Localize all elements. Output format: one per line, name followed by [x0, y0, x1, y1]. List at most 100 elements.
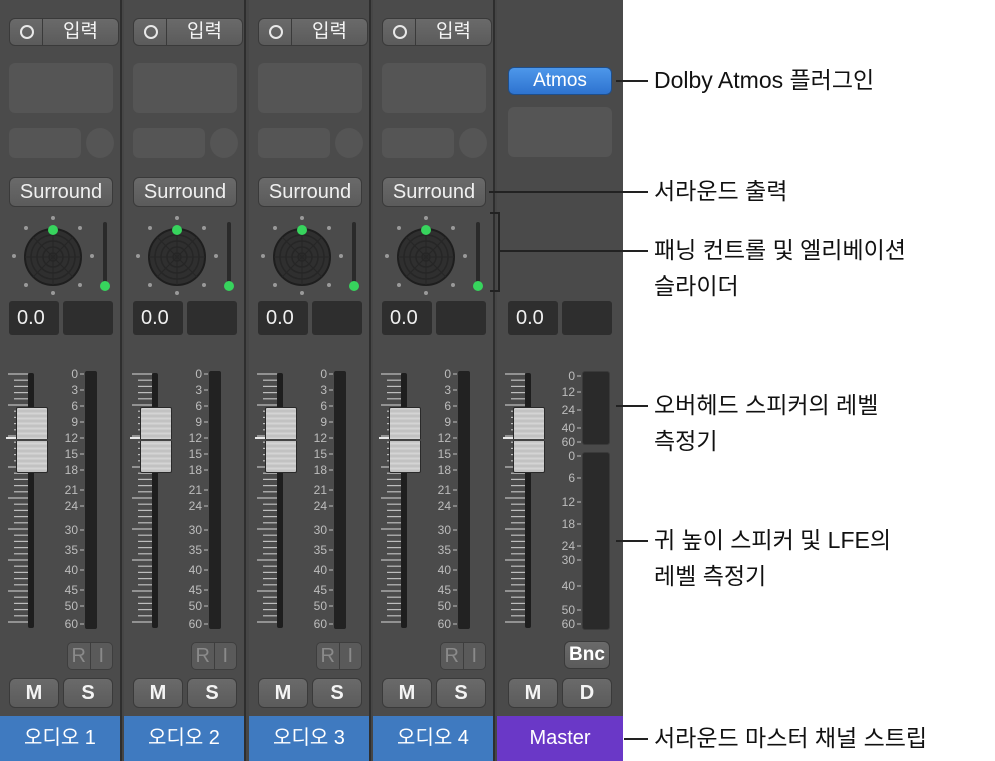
surround-output-button[interactable]: Surround: [258, 177, 362, 207]
send-slot[interactable]: [133, 128, 205, 158]
db-scale-label: 21: [314, 483, 328, 497]
input-ring-icon: [259, 19, 292, 45]
record-input-buttons: R I: [316, 642, 362, 670]
db-scale-label: 40: [438, 563, 452, 577]
surround-panner-icon[interactable]: [381, 213, 471, 297]
solo-button[interactable]: S: [436, 678, 486, 708]
audio-fx-slot[interactable]: [382, 63, 486, 113]
mute-button[interactable]: M: [258, 678, 308, 708]
master-insert-slot[interactable]: [508, 107, 612, 157]
db-scale-label: 18: [314, 463, 328, 477]
elevation-slider-handle[interactable]: [100, 281, 110, 291]
db-scale: 03691215182124303540455060: [50, 368, 86, 630]
input-button[interactable]: 입력: [382, 18, 492, 46]
db-scale-label: 24: [562, 403, 576, 417]
db-scale-label: 60: [65, 617, 79, 630]
callout-line-ear: [616, 540, 648, 542]
surround-panner-icon[interactable]: [132, 213, 222, 297]
db-scale-label: 12: [562, 385, 576, 399]
mute-button[interactable]: M: [133, 678, 183, 708]
db-scale-label: 18: [438, 463, 452, 477]
master-name-label[interactable]: Master: [497, 716, 623, 761]
solo-button[interactable]: S: [63, 678, 113, 708]
record-input-buttons: R I: [440, 642, 486, 670]
atmos-plugin-button[interactable]: Atmos: [508, 67, 612, 95]
surround-output-button[interactable]: Surround: [133, 177, 237, 207]
db-scale-label: 18: [65, 463, 79, 477]
elevation-slider-handle[interactable]: [224, 281, 234, 291]
db-scale-label: 60: [438, 617, 452, 630]
input-button[interactable]: 입력: [9, 18, 119, 46]
db-scale-label: 15: [314, 447, 328, 461]
record-enable-button[interactable]: R: [317, 643, 339, 669]
input-monitor-button[interactable]: I: [463, 643, 486, 669]
db-scale-label: 0: [568, 450, 575, 463]
send-knob-slot[interactable]: [86, 128, 114, 158]
surround-output-button[interactable]: Surround: [9, 177, 113, 207]
send-slot[interactable]: [9, 128, 81, 158]
unity-mark: [130, 437, 140, 439]
record-enable-button[interactable]: R: [441, 643, 463, 669]
callout-ear-line1: 귀 높이 스피커 및 LFE의: [654, 524, 891, 556]
surround-output-button[interactable]: Surround: [382, 177, 486, 207]
elevation-slider-track: [476, 222, 480, 288]
send-slot[interactable]: [258, 128, 330, 158]
send-knob-slot[interactable]: [210, 128, 238, 158]
callout-overhead-line2: 측정기: [654, 425, 717, 457]
record-enable-button[interactable]: R: [192, 643, 214, 669]
input-button[interactable]: 입력: [133, 18, 243, 46]
dim-button[interactable]: D: [562, 678, 612, 708]
volume-fader[interactable]: [140, 407, 172, 473]
db-scale-label: 60: [314, 617, 328, 630]
db-scale-label: 0: [444, 368, 451, 381]
audio-fx-slot[interactable]: [133, 63, 237, 113]
input-button[interactable]: 입력: [258, 18, 368, 46]
volume-fader[interactable]: [265, 407, 297, 473]
send-knob-slot[interactable]: [335, 128, 363, 158]
track-name-label[interactable]: 오디오 1: [0, 716, 120, 761]
input-monitor-button[interactable]: I: [90, 643, 113, 669]
elevation-slider-handle[interactable]: [473, 281, 483, 291]
level-meter: [209, 371, 221, 629]
input-monitor-button[interactable]: I: [339, 643, 362, 669]
audio-fx-slot[interactable]: [9, 63, 113, 113]
db-scale-label: 24: [314, 499, 328, 513]
db-scale-label: 12: [562, 495, 576, 509]
solo-button[interactable]: S: [187, 678, 237, 708]
surround-panner-icon[interactable]: [8, 213, 98, 297]
track-name-label[interactable]: 오디오 2: [124, 716, 244, 761]
db-scale-label: 3: [444, 383, 451, 397]
mute-button[interactable]: M: [382, 678, 432, 708]
db-scale-label: 60: [189, 617, 203, 630]
db-scale-label: 60: [562, 617, 576, 630]
channel-strip: 입력 Surround 0.0 036912151821243035404550…: [249, 0, 371, 761]
db-scale-label: 30: [65, 523, 79, 537]
db-scale: 03691215182124303540455060: [299, 368, 335, 630]
solo-button[interactable]: S: [312, 678, 362, 708]
mute-button[interactable]: M: [9, 678, 59, 708]
send-knob-slot[interactable]: [459, 128, 487, 158]
input-label: 입력: [292, 19, 367, 45]
db-scale-label: 24: [438, 499, 452, 513]
volume-fader[interactable]: [389, 407, 421, 473]
volume-fader[interactable]: [16, 407, 48, 473]
track-name-label[interactable]: 오디오 3: [249, 716, 369, 761]
elevation-slider-handle[interactable]: [349, 281, 359, 291]
master-mute-button[interactable]: M: [508, 678, 558, 708]
surround-panner-icon[interactable]: [257, 213, 347, 297]
input-monitor-button[interactable]: I: [214, 643, 237, 669]
db-scale-label: 50: [189, 599, 203, 613]
send-slot[interactable]: [382, 128, 454, 158]
bounce-button[interactable]: Bnc: [564, 641, 610, 669]
channel-strip: 입력 Surround 0.0 036912151821243035404550…: [124, 0, 246, 761]
record-enable-button[interactable]: R: [68, 643, 90, 669]
unity-mark: [6, 437, 16, 439]
overhead-level-meter: [582, 371, 610, 445]
audio-fx-slot[interactable]: [258, 63, 362, 113]
channel-strip: 입력 Surround 0.0 036912151821243035404550…: [0, 0, 122, 761]
track-name-label[interactable]: 오디오 4: [373, 716, 493, 761]
master-volume-fader[interactable]: [513, 407, 545, 473]
db-scale-label: 9: [71, 415, 78, 429]
callout-ear-line2: 레벨 측정기: [654, 560, 766, 592]
input-label: 입력: [416, 19, 491, 45]
